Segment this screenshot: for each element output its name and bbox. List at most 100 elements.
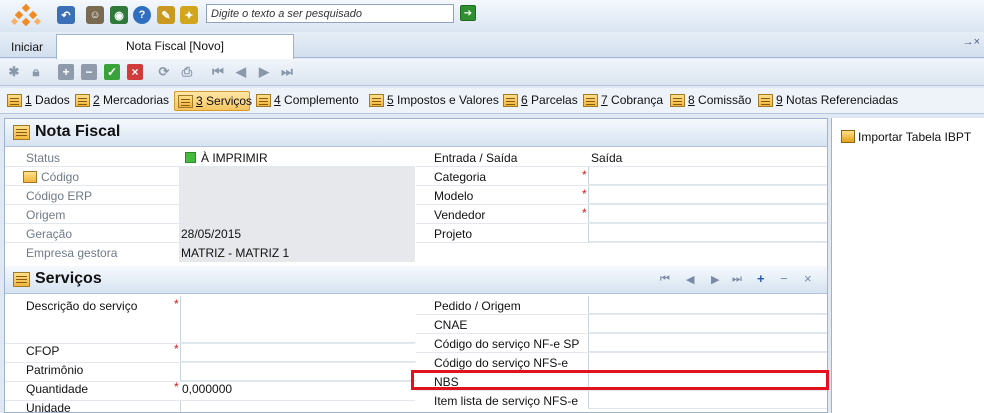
tab-cobranca[interactable]: 7 Cobrança [580,91,663,111]
pedido-origem-field[interactable] [588,296,827,314]
unidade-label: Unidade [26,401,71,413]
new-record-icon[interactable]: ✱ [6,64,22,80]
cnae-field[interactable] [588,315,827,333]
close-icon[interactable]: × [804,271,812,286]
tab-comissao[interactable]: 8 Comissão [667,91,751,111]
cnae-label: CNAE [434,318,468,332]
prev-icon[interactable]: ◀ [233,64,249,80]
patrimonio-label: Patrimônio [26,363,84,377]
quantidade-label: Quantidade [26,382,89,396]
tab-home[interactable]: Iniciar [0,37,54,58]
database-icon[interactable] [841,130,855,143]
brush-icon[interactable]: ✎ [157,6,175,24]
edit-code-icon[interactable] [23,171,37,183]
pedido-origem-label: Pedido / Origem [434,299,521,313]
entrada-saida-label: Entrada / Saída [434,151,518,165]
item-lista-servico-label: Item lista de serviço NFS-e [434,394,579,408]
next-icon[interactable]: ▶ [256,64,272,80]
codigo-erp-label: Código ERP [26,189,93,203]
descricao-servico-label: Descrição do serviço [26,299,138,313]
cancel-icon[interactable]: × [127,64,143,80]
codigo-servico-nfe-sp-field[interactable] [588,334,827,352]
categoria-field[interactable] [588,167,827,185]
cfop-field[interactable] [180,344,416,362]
prev-icon[interactable]: ◀ [686,273,694,286]
table-icon [178,95,193,108]
empresa-gestora-value: MATRIZ - MATRIZ 1 [181,246,290,260]
confirm-icon[interactable]: ✓ [104,64,120,80]
entrada-saida-value[interactable]: Saída [591,151,622,165]
add-item-icon[interactable]: + [757,271,765,286]
item-lista-servico-field[interactable] [588,391,827,409]
wand-icon[interactable]: ✦ [180,6,198,24]
codigo-servico-nfse-label: Código do serviço NFS-e [434,356,569,370]
last-icon[interactable]: ⏭ [732,273,742,286]
table-icon [503,94,518,107]
tab-servicos[interactable]: 3 Serviços [174,91,252,111]
table-icon [369,94,384,107]
import-ibpt-link[interactable]: Importar Tabela IBPT [858,130,971,144]
eye-icon[interactable]: ◉ [110,6,128,24]
required-marker: * [174,297,179,311]
tab-dados[interactable]: 1 Dados [4,91,70,111]
table-icon [758,94,773,107]
patrimonio-field[interactable] [180,363,416,381]
users-icon[interactable]: ☺ [86,6,104,24]
tab-nota-fiscal[interactable]: Nota Fiscal [Novo] [56,34,294,59]
nbs-highlight-box [411,370,829,390]
side-pane: Importar Tabela IBPT [831,118,984,413]
add-icon[interactable]: + [58,64,74,80]
section-title: Serviços [35,270,102,287]
modelo-label: Modelo [434,189,474,203]
table-icon [75,94,90,107]
required-marker: * [582,168,587,182]
codigo-label: Código [41,170,80,184]
pin-arrow-icon[interactable]: →× [963,36,980,48]
quantidade-value[interactable]: 0,000000 [182,382,232,396]
empresa-gestora-label: Empresa gestora [26,246,118,260]
tab-mercadorias[interactable]: 2 Mercadorias [72,91,169,111]
search-input[interactable] [206,4,454,23]
descricao-servico-field[interactable] [180,296,416,343]
codigo-servico-nfse-field[interactable] [588,353,827,371]
next-icon[interactable]: ▶ [711,273,719,286]
origem-label: Origem [26,208,66,222]
table-icon [583,94,598,107]
projeto-label: Projeto [434,227,473,241]
projeto-field[interactable] [588,224,827,242]
help-icon[interactable]: ? [133,6,151,24]
remove-icon[interactable]: − [81,64,97,80]
first-icon[interactable]: ⏮ [210,64,226,80]
modelo-field[interactable] [588,186,827,204]
required-marker: * [582,206,587,220]
top-toolbar: ↶ ☺ ◉ ? ✎ ✦ ➔ [0,0,984,32]
status-ok-icon [185,152,196,163]
section-title: Nota Fiscal [35,123,121,140]
tab-complemento[interactable]: 4 Complemento [253,91,359,111]
servicos-header: Serviços ⏮ ◀ ▶ ⏭ + − × [5,266,827,294]
table-icon [670,94,685,107]
print-icon[interactable]: ⎙ [179,64,195,80]
table-icon [256,94,271,107]
categoria-label: Categoria [434,170,487,184]
nota-fiscal-header: Nota Fiscal [5,119,827,147]
back-arrow-icon[interactable]: ↶ [57,6,75,24]
vendedor-field[interactable] [588,205,827,223]
tab-notas-referenciadas[interactable]: 9 Notas Referenciadas [755,91,898,111]
search-go-button[interactable]: ➔ [460,5,476,21]
geracao-value: 28/05/2015 [181,227,242,241]
codigo-servico-nfe-sp-label: Código do serviço NF-e SP [434,337,580,351]
remove-item-icon[interactable]: − [780,271,788,286]
table-icon [7,94,22,107]
last-icon[interactable]: ⏭ [279,64,295,80]
unidade-field[interactable] [180,401,416,412]
required-marker: * [582,187,587,201]
geracao-label: Geração [26,227,73,241]
tab-impostos[interactable]: 5 Impostos e Valores [366,91,499,111]
refresh-icon[interactable]: ⟳ [156,64,172,80]
first-icon[interactable]: ⏮ [660,273,670,286]
cfop-label: CFOP [26,344,60,358]
tab-parcelas[interactable]: 6 Parcelas [500,91,578,111]
lock-icon[interactable]: 🔒︎ [28,64,44,80]
main-form: Nota Fiscal Status À IMPRIMIR Código Cód… [4,118,828,413]
